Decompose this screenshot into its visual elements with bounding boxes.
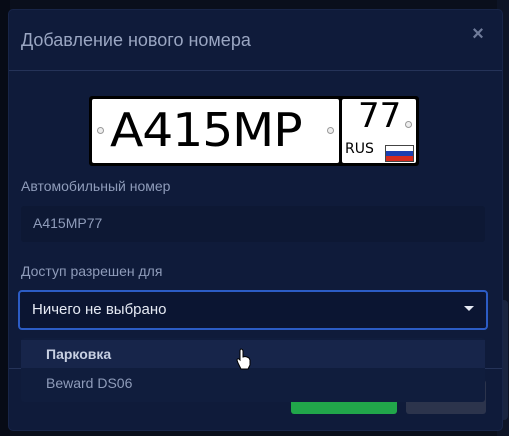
hand-cursor-icon [236, 348, 251, 370]
plate-number-input[interactable]: A415MP77 [21, 206, 485, 242]
plate-number-text: А415МР [110, 103, 303, 157]
access-option-beward[interactable]: Beward DS06 [21, 369, 485, 397]
plate-region-section: 77 RUS [342, 96, 416, 163]
access-option-parking[interactable]: Парковка [21, 340, 485, 368]
access-select-value: Ничего не выбрано [32, 301, 167, 318]
plate-main-section: А415МР [92, 99, 339, 163]
plate-number-value: A415MP77 [33, 215, 103, 231]
plate-field-label: Автомобильный номер [21, 178, 171, 194]
add-plate-modal: Добавление нового номера × А415МР 77 RUS… [9, 10, 502, 430]
option-label: Beward DS06 [46, 375, 133, 391]
access-options-dropdown: Парковка Beward DS06 [21, 338, 485, 402]
license-plate-preview: А415МР 77 RUS [89, 96, 419, 166]
close-icon[interactable]: × [468, 24, 488, 44]
plate-bolt-icon [97, 127, 104, 134]
plate-region-number: 77 [358, 96, 402, 136]
plate-bolt-icon [327, 127, 334, 134]
russia-flag-icon [385, 145, 414, 162]
modal-header: Добавление нового номера × [9, 10, 502, 71]
plate-bolt-icon [405, 121, 412, 128]
chevron-down-icon [464, 306, 474, 311]
access-select[interactable]: Ничего не выбрано [18, 290, 488, 330]
modal-title: Добавление нового номера [21, 30, 251, 50]
access-field-label: Доступ разрешен для [21, 263, 163, 279]
option-label: Парковка [46, 346, 112, 362]
plate-country-code: RUS [345, 141, 374, 157]
